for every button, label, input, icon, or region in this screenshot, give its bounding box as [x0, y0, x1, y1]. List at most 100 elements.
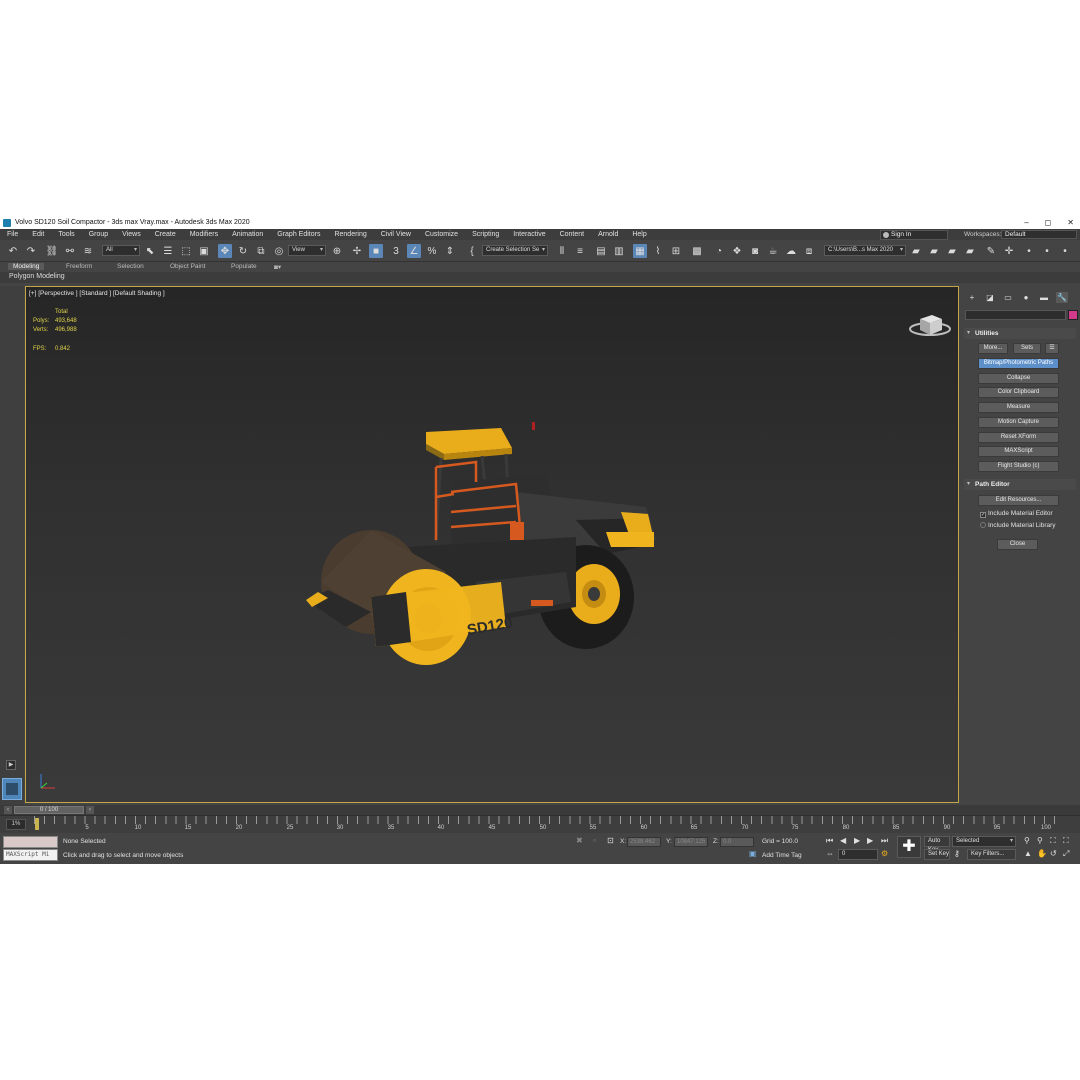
- isolate-selection-icon[interactable]: ✖: [576, 836, 583, 845]
- collapse-button[interactable]: Collapse: [978, 373, 1059, 384]
- set-keys-icon[interactable]: ✚: [897, 836, 921, 858]
- link-icon[interactable]: ⛓: [45, 244, 59, 258]
- utilities-tab-icon[interactable]: 🔧: [1056, 292, 1068, 303]
- color-clipboard-button[interactable]: Color Clipboard: [978, 387, 1059, 398]
- add-time-tag-button[interactable]: Add Time Tag: [762, 852, 802, 859]
- project-settings-icon[interactable]: ▰: [963, 244, 977, 258]
- render-in-cloud-icon[interactable]: ☁: [784, 244, 798, 258]
- select-by-name-icon[interactable]: ☰: [161, 244, 175, 258]
- ribbon-toggle-icon[interactable]: ◙▾: [274, 263, 281, 271]
- reset-xform-button[interactable]: Reset XForm: [978, 432, 1059, 443]
- redo-icon[interactable]: ↷: [24, 244, 38, 258]
- y-coordinate-field[interactable]: 10847.125: [674, 837, 708, 847]
- transform-gizmo-icon[interactable]: ✛: [1002, 244, 1016, 258]
- z-coordinate-field[interactable]: 0.0: [720, 837, 754, 847]
- menu-file[interactable]: File: [0, 231, 25, 238]
- sets-button[interactable]: Sets: [1013, 343, 1041, 354]
- project-open-icon[interactable]: ▰: [909, 244, 923, 258]
- maximize-button[interactable]: ◻: [1045, 216, 1052, 229]
- edit-named-selection-icon[interactable]: {: [465, 244, 479, 258]
- display-tab-icon[interactable]: ▬: [1038, 292, 1050, 303]
- menu-interactive[interactable]: Interactive: [506, 231, 552, 238]
- menu-civil-view[interactable]: Civil View: [374, 231, 418, 238]
- hierarchy-tab-icon[interactable]: ▭: [1002, 292, 1014, 303]
- maxscript-mini-listener-input[interactable]: MAXScript Mi: [3, 849, 58, 861]
- menu-customize[interactable]: Customize: [418, 231, 465, 238]
- sign-in-dropdown[interactable]: Sign In: [880, 230, 948, 240]
- motion-tab-icon[interactable]: ●: [1020, 292, 1032, 303]
- add-time-tag-icon[interactable]: ▣: [749, 849, 757, 858]
- minimize-button[interactable]: –: [1024, 216, 1028, 229]
- go-to-start-icon[interactable]: ⏮: [826, 836, 833, 846]
- rendered-frame-window-icon[interactable]: ❖: [730, 244, 744, 258]
- soil-compactor-model[interactable]: SD120: [276, 422, 676, 682]
- orbit-icon[interactable]: ↺: [1050, 849, 1057, 858]
- current-frame-field[interactable]: 0: [838, 849, 878, 860]
- time-slider[interactable]: ‹ 0 / 100 ›: [0, 805, 1080, 815]
- menu-scripting[interactable]: Scripting: [465, 231, 506, 238]
- ribbon-tab-modeling[interactable]: Modeling: [8, 263, 45, 270]
- include-material-editor-checkbox[interactable]: ✓ Include Material Editor: [980, 510, 1053, 518]
- percent-snap-icon[interactable]: %: [425, 244, 439, 258]
- object-color-swatch[interactable]: [1068, 310, 1078, 320]
- angle-snap-icon[interactable]: ∠: [407, 244, 421, 258]
- utilities-rollout-header[interactable]: Utilities: [964, 328, 1076, 339]
- select-object-icon[interactable]: ⬉: [143, 244, 157, 258]
- close-button[interactable]: ✕: [1067, 216, 1074, 229]
- named-selection-dropdown[interactable]: Create Selection Se: [482, 245, 548, 256]
- maximize-viewport-icon[interactable]: ⤢: [1063, 849, 1069, 859]
- window-crossing-icon[interactable]: ▣: [197, 244, 211, 258]
- menu-help[interactable]: Help: [625, 231, 653, 238]
- render-iterative-icon[interactable]: ☕: [766, 244, 780, 258]
- dot-a-icon[interactable]: •: [1022, 244, 1036, 258]
- select-and-rotate-icon[interactable]: ↻: [236, 244, 250, 258]
- menu-views[interactable]: Views: [115, 231, 148, 238]
- dot-c-icon[interactable]: •: [1058, 244, 1072, 258]
- viewport-label[interactable]: [+] [Perspective ] [Standard ] [Default …: [29, 290, 165, 297]
- bind-space-warp-icon[interactable]: ≋: [81, 244, 95, 258]
- object-name-field[interactable]: [965, 310, 1066, 320]
- select-and-scale-icon[interactable]: ⧉: [254, 244, 268, 258]
- ribbon-sub-label[interactable]: Polygon Modeling: [9, 273, 65, 280]
- project-folder-dropdown[interactable]: C:\Users\B...s Max 2020: [824, 245, 906, 256]
- key-mode-toggle-icon[interactable]: ⇔: [826, 849, 834, 858]
- open-mini-curve-editor-button[interactable]: 1%: [6, 819, 26, 830]
- unlink-icon[interactable]: ⚯: [63, 244, 77, 258]
- current-frame-marker[interactable]: [35, 818, 39, 830]
- menu-modifiers[interactable]: Modifiers: [183, 231, 225, 238]
- key-filters-button[interactable]: Key Filters...: [967, 849, 1016, 860]
- measure-button[interactable]: Measure: [978, 402, 1059, 413]
- configure-sets-icon[interactable]: ☰: [1045, 343, 1059, 354]
- time-slider-thumb[interactable]: 0 / 100: [14, 806, 84, 814]
- set-key-button[interactable]: Set Key: [924, 849, 950, 860]
- modify-tab-icon[interactable]: ◪: [984, 292, 996, 303]
- zoom-icon[interactable]: ⚲: [1024, 836, 1030, 845]
- ribbon-tab-populate[interactable]: Populate: [231, 263, 257, 270]
- reference-coordinate-dropdown[interactable]: View: [288, 245, 326, 256]
- mirror-icon[interactable]: ⫴: [555, 244, 569, 258]
- next-frame-arrow-icon[interactable]: ›: [86, 806, 94, 814]
- zoom-all-icon[interactable]: ⚲: [1037, 836, 1043, 845]
- pan-view-icon[interactable]: ✋: [1037, 849, 1047, 858]
- selection-filter-dropdown[interactable]: All: [102, 245, 140, 256]
- menu-animation[interactable]: Animation: [225, 231, 270, 238]
- render-gallery-icon[interactable]: ⧈: [802, 244, 816, 258]
- x-coordinate-field[interactable]: 2538.462: [627, 837, 661, 847]
- set-key-filter-icon[interactable]: ⚷: [954, 849, 960, 858]
- select-and-place-icon[interactable]: ◎: [272, 244, 286, 258]
- key-selection-dropdown[interactable]: Selected: [952, 836, 1016, 847]
- dot-b-icon[interactable]: •: [1040, 244, 1054, 258]
- ribbon-tab-freeform[interactable]: Freeform: [66, 263, 92, 270]
- scene-explorer-icon[interactable]: ▤: [594, 244, 608, 258]
- include-material-library-radio[interactable]: Include Material Library: [980, 522, 1056, 529]
- bitmap-photometric-paths-button[interactable]: Bitmap/Photometric Paths: [978, 358, 1059, 369]
- time-configuration-icon[interactable]: ⚙: [881, 849, 888, 858]
- render-production-icon[interactable]: ◙: [748, 244, 762, 258]
- motion-capture-button[interactable]: Motion Capture: [978, 417, 1059, 428]
- flight-studio-button[interactable]: Flight Studio (c): [978, 461, 1059, 472]
- zoom-extents-icon[interactable]: ⛶: [1050, 836, 1056, 846]
- select-manipulate-icon[interactable]: ✢: [350, 244, 364, 258]
- menu-content[interactable]: Content: [553, 231, 592, 238]
- menu-create[interactable]: Create: [148, 231, 183, 238]
- menu-rendering[interactable]: Rendering: [327, 231, 373, 238]
